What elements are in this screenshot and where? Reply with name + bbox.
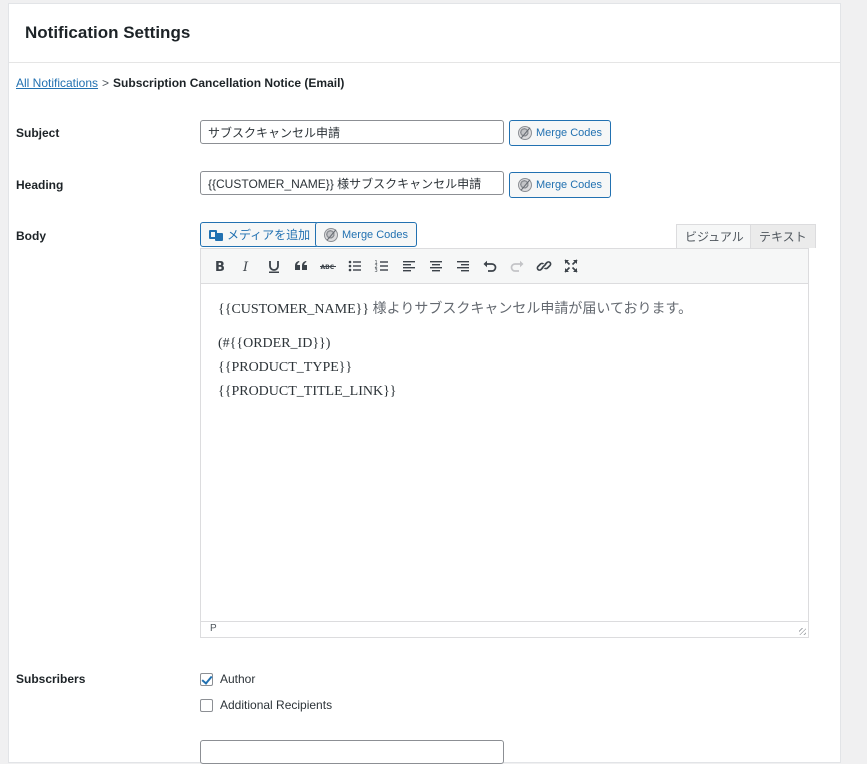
numbered-list-icon: 123: [374, 260, 388, 274]
page-title: Notification Settings: [25, 23, 191, 42]
body-editor: B I ABC 123 {{CUSTOMER_NAME}} 様よりサブスクキャン…: [200, 248, 809, 638]
fullscreen-icon: [563, 259, 578, 273]
subscribers-label: Subscribers: [16, 672, 86, 686]
editor-line-1: {{CUSTOMER_NAME}} 様よりサブスクキャンセル申請が届いております…: [218, 300, 791, 320]
underline-icon: [268, 261, 279, 273]
numbered-list-button[interactable]: 123: [368, 253, 395, 279]
body-label: Body: [16, 229, 46, 243]
align-right-icon: [456, 261, 469, 272]
link-button[interactable]: [530, 253, 557, 279]
svg-text:3: 3: [374, 268, 377, 274]
align-right-button[interactable]: [449, 253, 476, 279]
align-center-icon: [429, 261, 442, 272]
undo-icon: [483, 260, 496, 272]
subject-merge-codes-label: Merge Codes: [536, 127, 603, 139]
merge-codes-icon: [324, 227, 338, 242]
line-1-text: 様よりサブスクキャンセル申請が届いております。: [369, 302, 693, 317]
author-checkbox-label: Author: [220, 672, 256, 686]
subject-label: Subject: [16, 126, 60, 140]
redo-button[interactable]: [503, 253, 530, 279]
tab-visual[interactable]: ビジュアル: [676, 224, 753, 248]
italic-button[interactable]: I: [233, 253, 260, 279]
bullet-list-icon: [348, 260, 361, 272]
editor-line-4: {{PRODUCT_TITLE_LINK}}: [218, 384, 397, 399]
heading-label: Heading: [16, 178, 64, 192]
editor-statusbar: P: [201, 621, 808, 637]
all-notifications-link[interactable]: All Notifications: [16, 76, 98, 90]
additional-recipients-checkbox[interactable]: [200, 698, 213, 712]
editor-toolbar: B I ABC 123: [201, 249, 808, 284]
body-merge-codes-label: Merge Codes: [342, 228, 409, 241]
merge-codes-icon: [518, 126, 532, 140]
subscriber-option-author[interactable]: Author: [200, 672, 255, 686]
redo-icon: [510, 260, 523, 272]
breadcrumb-current: Subscription Cancellation Notice (Email): [113, 76, 345, 90]
additional-recipients-input[interactable]: [200, 740, 504, 764]
additional-recipients-checkbox-label: Additional Recipients: [220, 698, 333, 712]
panel-header: Notification Settings: [9, 4, 840, 63]
undo-button[interactable]: [476, 253, 503, 279]
bold-button[interactable]: B: [206, 253, 233, 279]
align-center-button[interactable]: [422, 253, 449, 279]
element-path[interactable]: P: [210, 623, 217, 634]
blockquote-button[interactable]: [287, 253, 314, 279]
subject-input[interactable]: [200, 120, 504, 144]
link-icon: [536, 261, 551, 271]
svg-text:ABC: ABC: [320, 264, 334, 271]
add-media-label: メディアを追加: [227, 228, 311, 242]
heading-merge-codes-button[interactable]: Merge Codes: [509, 172, 612, 198]
customer-name-code: {{CUSTOMER_NAME}}: [218, 302, 370, 317]
heading-merge-codes-label: Merge Codes: [536, 179, 603, 191]
strikethrough-icon: ABC: [319, 264, 336, 271]
editor-line-3: {{PRODUCT_TYPE}}: [218, 360, 353, 375]
subject-merge-codes-button[interactable]: Merge Codes: [509, 120, 612, 146]
resize-handle-icon[interactable]: [799, 628, 806, 635]
add-media-button[interactable]: メディアを追加: [200, 222, 320, 247]
strikethrough-button[interactable]: ABC: [314, 253, 341, 279]
italic-icon: I: [242, 260, 249, 274]
align-left-button[interactable]: [395, 253, 422, 279]
heading-input[interactable]: [200, 171, 504, 195]
fullscreen-button[interactable]: [557, 253, 584, 279]
tab-text[interactable]: テキスト: [750, 224, 816, 248]
breadcrumb-separator: >: [102, 76, 110, 90]
merge-codes-icon: [518, 178, 532, 192]
editor-content[interactable]: {{CUSTOMER_NAME}} 様よりサブスクキャンセル申請が届いております…: [201, 284, 808, 621]
underline-button[interactable]: [260, 253, 287, 279]
add-media-icon: [209, 228, 223, 242]
bold-icon: B: [215, 260, 225, 274]
svg-text:B: B: [215, 260, 225, 274]
editor-line-2: (#{{ORDER_ID}}): [218, 336, 331, 351]
body-merge-codes-button[interactable]: Merge Codes: [315, 222, 418, 247]
blockquote-icon: [294, 261, 307, 270]
bullet-list-button[interactable]: [341, 253, 368, 279]
author-checkbox[interactable]: [200, 672, 213, 686]
align-left-icon: [402, 261, 415, 272]
svg-text:I: I: [242, 260, 249, 274]
breadcrumb: All Notifications > Subscription Cancellat…: [16, 76, 344, 90]
subscriber-option-additional-recipients[interactable]: Additional Recipients: [200, 698, 332, 712]
